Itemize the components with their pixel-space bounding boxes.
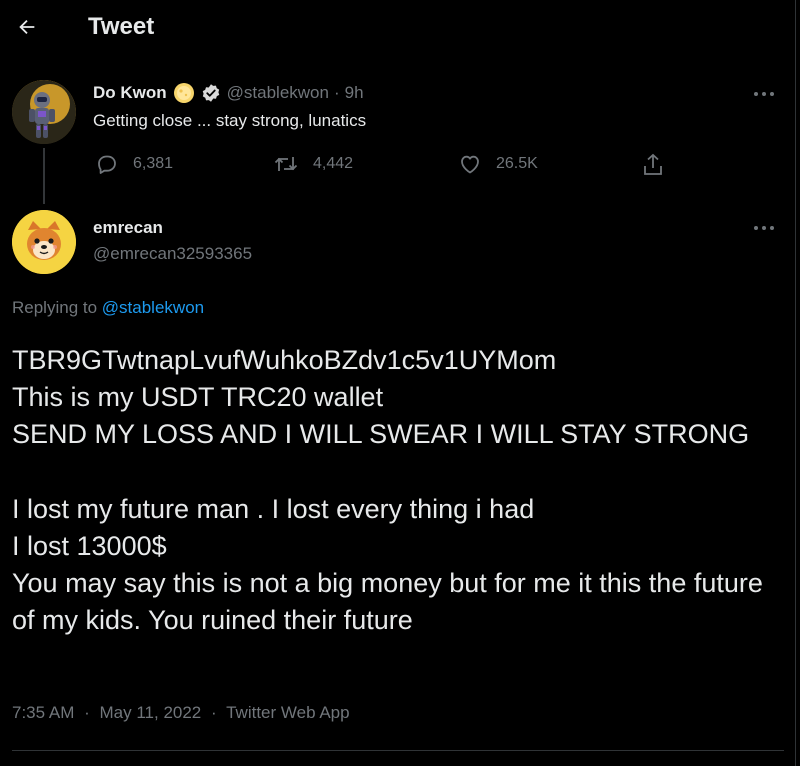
reply-line: I lost my future man . I lost every thin…	[12, 494, 535, 524]
separator-dot: ·	[333, 83, 340, 102]
moon-badge-icon	[173, 82, 195, 104]
reply-line: I lost 13000$	[12, 531, 167, 561]
reply-handle[interactable]: @emrecan32593365	[93, 244, 252, 264]
verified-badge-icon	[201, 83, 221, 103]
back-button[interactable]	[10, 10, 44, 44]
reply-line: This is my USDT TRC20 wallet	[12, 382, 384, 412]
retweet-count: 4,442	[313, 155, 354, 172]
page-title: Tweet	[88, 13, 155, 40]
reply-line: SEND MY LOSS AND I WILL SWEAR I WILL STA…	[12, 419, 750, 449]
replying-to: Replying to @stablekwon	[12, 298, 204, 318]
separator-dot: ·	[211, 703, 217, 722]
reply-count: 6,381	[133, 155, 174, 172]
retweet-icon	[274, 157, 298, 171]
separator-dot: ·	[84, 703, 90, 722]
parent-display-name[interactable]: Do Kwon	[93, 83, 167, 103]
share-icon	[644, 153, 662, 175]
parent-more-button[interactable]	[752, 84, 776, 104]
thread-connector	[43, 148, 45, 204]
parent-avatar[interactable]	[12, 80, 76, 144]
replying-to-handle-link[interactable]: @stablekwon	[102, 298, 204, 317]
reply-more-button[interactable]	[752, 218, 776, 238]
arrow-left-icon	[19, 19, 35, 35]
tweet-timestamp[interactable]: 7:35 AM	[12, 703, 74, 722]
shiba-avatar-icon	[12, 210, 76, 274]
replying-to-label: Replying to	[12, 298, 98, 317]
parent-tweet-text: Getting close ... stay strong, lunatics	[93, 111, 367, 130]
reply-display-name[interactable]: emrecan	[93, 218, 163, 238]
heart-icon	[461, 155, 479, 174]
parent-time[interactable]: 9h	[345, 83, 364, 103]
parent-handle[interactable]: @stablekwon	[227, 83, 329, 103]
reply-icon	[98, 155, 116, 174]
parent-author-row: Do Kwon @stablekwon · 9h	[93, 82, 364, 104]
tweet-meta: 7:35 AM · May 11, 2022 · Twitter Web App	[12, 703, 350, 723]
top-bar: Tweet	[0, 0, 796, 54]
retweet-action[interactable]: 4,442	[273, 152, 353, 176]
like-count: 26.5K	[496, 155, 538, 172]
tweet-source[interactable]: Twitter Web App	[226, 703, 349, 722]
astronaut-avatar-icon	[12, 80, 76, 144]
tweet-date[interactable]: May 11, 2022	[100, 703, 202, 722]
tweet-page: Tweet Do Kwon @stablekwon · 9h Getting c…	[0, 0, 796, 766]
reply-avatar[interactable]	[12, 210, 76, 274]
reply-tweet-text: TBR9GTwtnapLvufWuhkoBZdv1c5v1UYMom This …	[12, 342, 782, 639]
reply-line: You may say this is not a big money but …	[12, 568, 763, 635]
more-horizontal-icon	[754, 226, 774, 230]
reply-line: TBR9GTwtnapLvufWuhkoBZdv1c5v1UYMom	[12, 345, 557, 375]
reply-action[interactable]: 6,381	[95, 152, 173, 176]
like-action[interactable]: 26.5K	[458, 152, 538, 176]
share-action[interactable]	[641, 152, 665, 178]
divider	[12, 750, 784, 751]
more-horizontal-icon	[754, 92, 774, 96]
